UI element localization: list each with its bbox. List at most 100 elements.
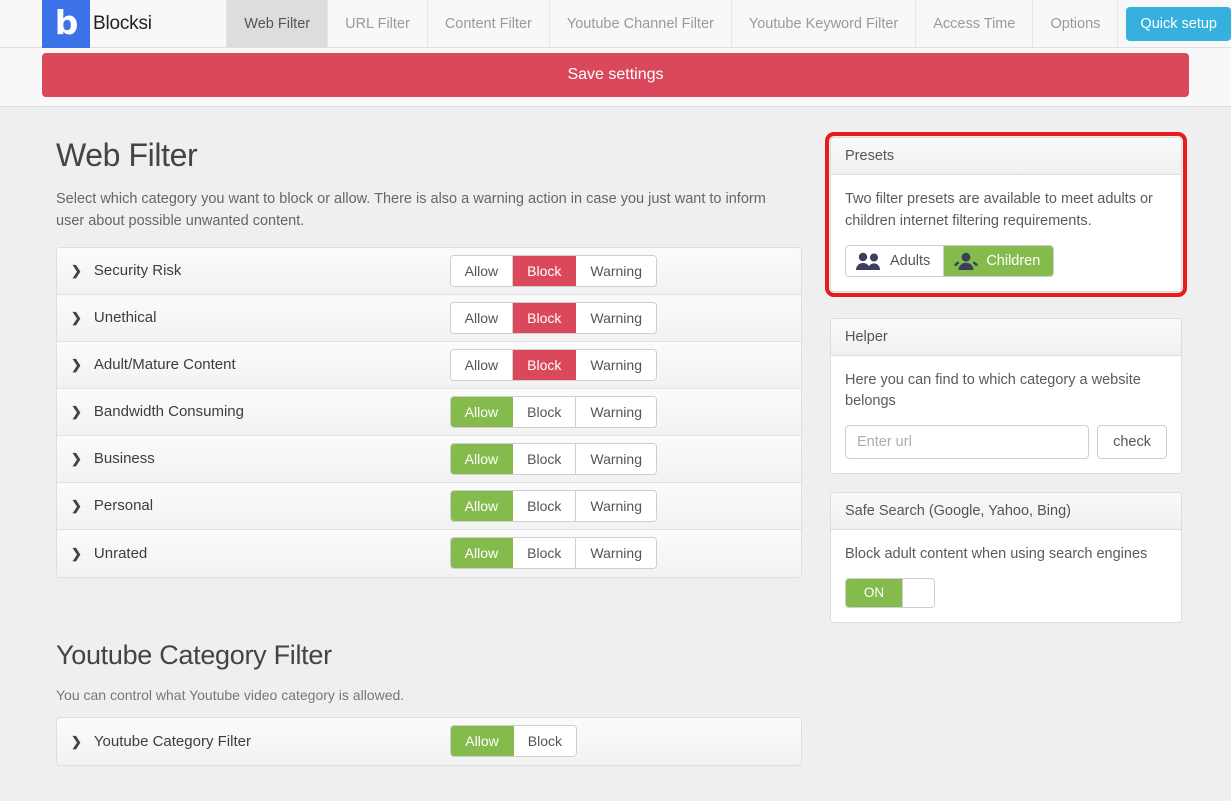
- action-button-group: Allow Block Warning: [449, 537, 657, 570]
- tab-youtube-channel-filter[interactable]: Youtube Channel Filter: [548, 0, 732, 47]
- category-label: Youtube Category Filter: [93, 732, 251, 750]
- block-button[interactable]: Block: [513, 349, 577, 380]
- adults-preset-label: Adults: [890, 252, 931, 269]
- chevron-right-icon[interactable]: ❯: [71, 311, 82, 324]
- tab-url-filter[interactable]: URL Filter: [327, 0, 428, 47]
- block-button[interactable]: Block: [513, 255, 577, 286]
- action-button-group: Allow Block Warning: [449, 395, 657, 428]
- allow-button[interactable]: Allow: [450, 490, 514, 521]
- preset-button-group: Adults Children: [845, 244, 1055, 277]
- tab-web-filter[interactable]: Web Filter: [226, 0, 329, 47]
- quick-setup-button[interactable]: Quick setup: [1126, 6, 1231, 41]
- presets-panel-body: Two filter presets are available to meet…: [831, 175, 1181, 291]
- block-button[interactable]: Block: [513, 490, 577, 521]
- chevron-right-icon[interactable]: ❯: [71, 405, 82, 418]
- allow-button[interactable]: Allow: [450, 255, 514, 286]
- tab-access-time[interactable]: Access Time: [915, 0, 1034, 47]
- action-button-group: Allow Block Warning: [449, 489, 657, 522]
- youtube-section-description: You can control what Youtube video categ…: [56, 686, 405, 703]
- warning-button[interactable]: Warning: [576, 443, 656, 474]
- helper-panel-header: Helper: [831, 318, 1181, 356]
- warning-button[interactable]: Warning: [576, 349, 656, 380]
- table-row: ❯ Security Risk Allow Block Warning: [57, 247, 801, 295]
- category-label: Bandwidth Consuming: [93, 403, 244, 421]
- tab-label: Content Filter: [444, 15, 532, 32]
- table-row: ❯ Unethical Allow Block Warning: [57, 294, 801, 342]
- adults-preset-button[interactable]: Adults: [846, 245, 945, 276]
- warning-button[interactable]: Warning: [576, 396, 656, 427]
- web-filter-category-list: ❯ Security Risk Allow Block Warning ❯ Un…: [56, 246, 802, 578]
- url-input[interactable]: [845, 425, 1090, 459]
- table-row: ❯ Bandwidth Consuming Allow Block Warnin…: [57, 388, 801, 436]
- warning-button[interactable]: Warning: [576, 538, 656, 569]
- helper-panel-body: Here you can find to which category a we…: [831, 356, 1181, 474]
- allow-button[interactable]: Allow: [451, 726, 514, 757]
- toggle-knob: [902, 578, 934, 607]
- check-button[interactable]: check: [1097, 425, 1167, 459]
- safe-search-description: Block adult content when using search en…: [845, 546, 1148, 562]
- allow-button[interactable]: Allow: [450, 349, 514, 380]
- table-row: ❯ Youtube Category Filter Allow Block: [57, 717, 801, 765]
- people-icon: [855, 252, 883, 270]
- save-settings-button[interactable]: Save settings: [42, 53, 1189, 97]
- table-row: ❯ Unrated Allow Block Warning: [57, 529, 801, 577]
- presets-panel-header: Presets: [831, 138, 1181, 175]
- children-preset-button[interactable]: Children: [944, 245, 1054, 276]
- chevron-right-icon[interactable]: ❯: [71, 547, 82, 560]
- presets-description: Two filter presets are available to meet…: [845, 191, 1153, 229]
- tab-label: Youtube Keyword Filter: [748, 15, 899, 32]
- chevron-right-icon[interactable]: ❯: [71, 452, 82, 465]
- sidebar-column: Presets Two filter presets are available…: [825, 107, 1187, 766]
- top-navbar: b Blocksi Web Filter URL Filter Content …: [0, 0, 1231, 48]
- action-button-group: Allow Block Warning: [449, 254, 657, 287]
- table-row: ❯ Adult/Mature Content Allow Block Warni…: [57, 341, 801, 389]
- category-label: Unrated: [93, 544, 148, 562]
- tab-label: Options: [1050, 15, 1101, 32]
- block-button[interactable]: Block: [513, 726, 576, 757]
- block-button[interactable]: Block: [513, 396, 577, 427]
- children-preset-label: Children: [986, 252, 1041, 269]
- tab-label: Access Time: [933, 15, 1016, 32]
- youtube-section-title: Youtube Category Filter: [56, 639, 332, 670]
- tab-options[interactable]: Options: [1032, 0, 1119, 47]
- block-button[interactable]: Block: [513, 538, 577, 569]
- logo-letter: b: [54, 3, 79, 42]
- helper-input-row: check: [845, 425, 1167, 459]
- safe-search-panel-header: Safe Search (Google, Yahoo, Bing): [831, 493, 1181, 530]
- warning-button[interactable]: Warning: [576, 255, 656, 286]
- tab-label: Web Filter: [244, 15, 311, 32]
- action-button-group: Allow Block Warning: [449, 301, 657, 334]
- child-icon: [953, 252, 979, 270]
- category-label: Unethical: [93, 309, 157, 327]
- block-button[interactable]: Block: [513, 302, 577, 333]
- chevron-right-icon[interactable]: ❯: [71, 264, 82, 277]
- category-label: Business: [93, 450, 155, 468]
- helper-description: Here you can find to which category a we…: [845, 371, 1141, 410]
- allow-button[interactable]: Allow: [450, 302, 514, 333]
- main-column: Web Filter Select which category you wan…: [42, 107, 802, 766]
- allow-button[interactable]: Allow: [450, 538, 514, 569]
- tab-youtube-keyword-filter[interactable]: Youtube Keyword Filter: [730, 0, 917, 47]
- allow-button[interactable]: Allow: [450, 396, 514, 427]
- safe-search-panel-body: Block adult content when using search en…: [831, 530, 1181, 622]
- safe-search-panel: Safe Search (Google, Yahoo, Bing) Block …: [830, 492, 1182, 623]
- table-row: ❯ Personal Allow Block Warning: [57, 482, 801, 530]
- brand-name: Blocksi: [93, 12, 152, 34]
- youtube-category-filter-list: ❯ Youtube Category Filter Allow Block: [56, 716, 802, 766]
- blocksi-logo-icon: b: [42, 0, 90, 48]
- chevron-right-icon[interactable]: ❯: [71, 358, 82, 371]
- category-label: Adult/Mature Content: [93, 356, 236, 374]
- page-title: Web Filter: [56, 137, 198, 173]
- page-description: Select which category you want to block …: [56, 191, 766, 230]
- tab-label: URL Filter: [345, 15, 410, 32]
- chevron-right-icon[interactable]: ❯: [71, 499, 82, 512]
- allow-button[interactable]: Allow: [450, 443, 514, 474]
- nav-tabs: Web Filter URL Filter Content Filter You…: [226, 0, 1119, 47]
- block-button[interactable]: Block: [513, 443, 577, 474]
- chevron-right-icon[interactable]: ❯: [71, 735, 82, 748]
- safe-search-toggle[interactable]: ON: [845, 577, 935, 608]
- warning-button[interactable]: Warning: [576, 302, 656, 333]
- tab-content-filter[interactable]: Content Filter: [426, 0, 550, 47]
- action-button-group: Allow Block: [450, 725, 577, 758]
- warning-button[interactable]: Warning: [576, 490, 656, 521]
